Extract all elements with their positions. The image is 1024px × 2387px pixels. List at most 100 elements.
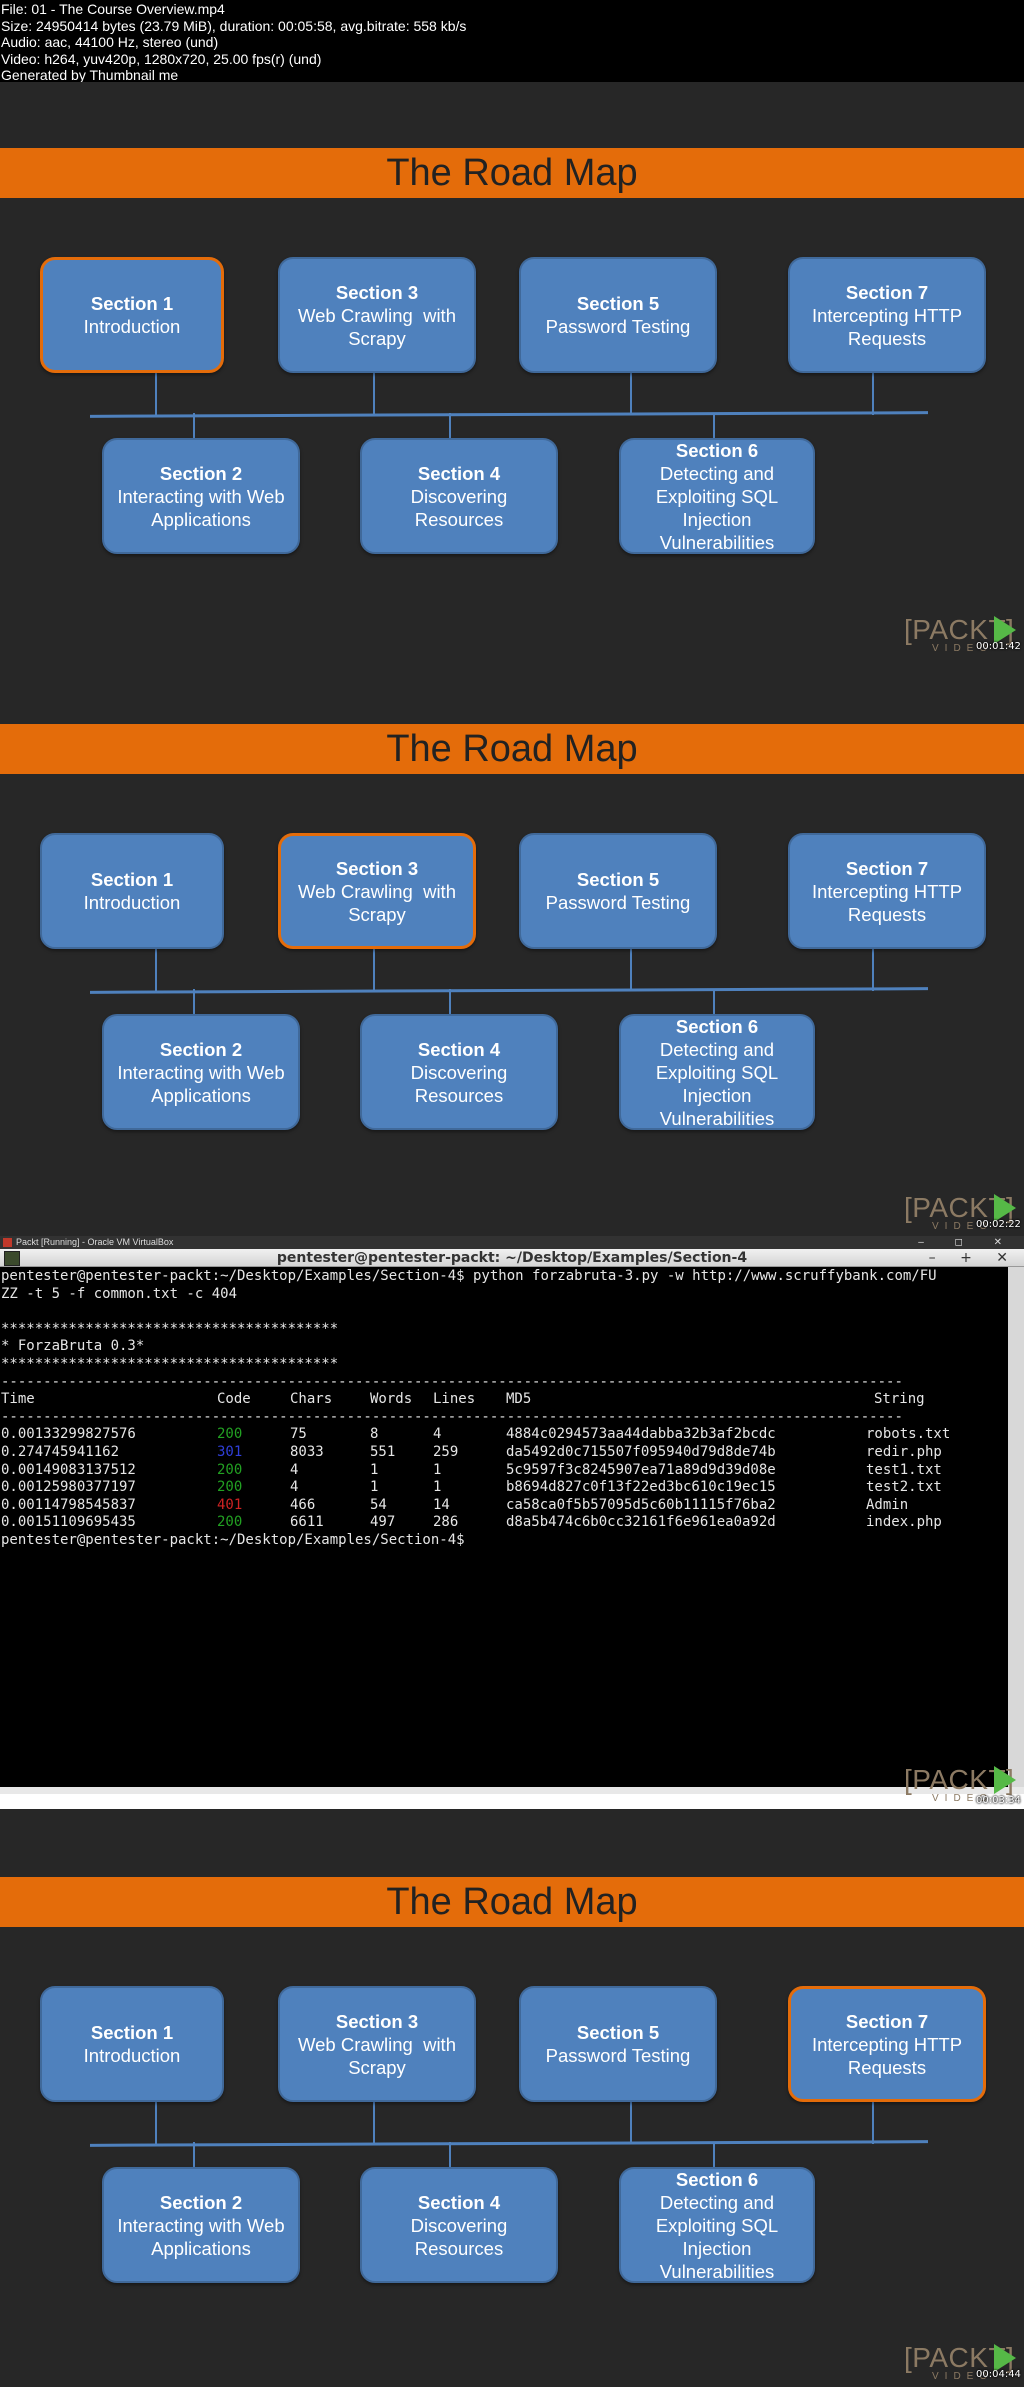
connector-tick [630,373,632,415]
connector-tick [155,949,157,991]
result-cell: 0.00151109695435 [1,1514,136,1531]
section-title-line: Web Crawling with [298,880,456,902]
connector-tick [449,989,451,1015]
terminal-window-controls[interactable]: – + ✕ [929,1249,1018,1267]
section-title-line: Interacting with Web [117,485,285,507]
section-title-line: Introduction [83,2045,181,2066]
section-number: Section 3 [335,281,419,303]
result-cell: 0.00125980377197 [1,1479,136,1496]
section-number: Section 1 [90,2022,174,2043]
section-title-line: Password Testing [545,892,691,913]
section-box-4: Section 4 Discovering Resources [360,1014,558,1130]
section-box-1: Section 1 Introduction [40,833,224,949]
section-number: Section 3 [335,857,419,879]
frame-timestamp: 00:03:34 [976,1795,1021,1806]
section-number: Section 7 [845,281,929,303]
section-number: Section 3 [335,2010,419,2032]
section-box-6: Section 6 Detecting and Exploiting SQL Inje… [619,438,815,554]
virtualbox-window-controls[interactable]: – ◻ ✕ [918,1236,1016,1249]
result-cell: 8033 [290,1443,324,1460]
section-box-2: Section 2 Interacting with Web Application… [102,2167,300,2283]
section-box-5: Section 5 Password Testing [519,1986,717,2102]
section-title-line: Injection [682,2237,752,2259]
section-title-line: Interacting with Web [117,1061,285,1083]
result-cell: 551 [370,1443,396,1460]
connector-tick [193,2142,195,2168]
section-box-6: Section 6 Detecting and Exploiting SQL Inje… [619,1014,815,1130]
section-number: Section 6 [675,439,759,461]
result-cell: 4 [290,1461,299,1478]
result-cell: 1 [370,1461,379,1478]
result-cell: 200 [217,1461,243,1478]
section-number: Section 4 [417,462,501,484]
section-number: Section 5 [576,869,660,890]
result-cell: 0.274745941162 [1,1443,120,1460]
section-box-4: Section 4 Discovering Resources [360,2167,558,2283]
section-title-line: Applications [151,1084,251,1106]
connector-tick [872,2102,874,2144]
result-row: 0.274745941162 301 8033 551 259 da5492d0c7155… [1,1444,1008,1462]
result-cell: test1.txt [866,1461,942,1478]
result-cell: 200 [217,1426,243,1443]
section-title-line: Vulnerabilities [659,2260,775,2282]
result-cell: b8694d827c0f13f22ed3bc610c19ec15 [506,1479,776,1496]
section-number: Section 4 [417,1038,501,1060]
slide-title-banner: The Road Map [0,1877,1024,1927]
result-cell: 301 [217,1443,243,1460]
section-title-line: Scrapy [348,903,406,925]
section-box-6: Section 6 Detecting and Exploiting SQL Inje… [619,2167,815,2283]
section-title-line: Intercepting HTTP [811,2033,963,2055]
section-title-line: Detecting and [659,462,775,484]
column-header: Code [217,1391,251,1408]
section-title-line: Resources [414,2237,504,2259]
play-icon [994,1194,1016,1222]
connector-tick [630,949,632,991]
play-icon [994,616,1016,644]
connector-tick [713,413,715,439]
terminal-scrollbar[interactable] [1008,1267,1024,1787]
section-box-3: Section 3 Web Crawling with Scrapy [278,257,476,373]
column-header: Words [370,1391,413,1408]
result-row: 0.00114798545837 401 466 54 14 ca58ca0f5b5709… [1,1497,1008,1515]
section-number: Section 2 [159,1038,243,1060]
section-number: Section 1 [90,869,174,890]
section-box-3: Section 3 Web Crawling with Scrapy [278,1986,476,2102]
connector-tick [449,2142,451,2168]
section-title-line: Injection [682,1084,752,1106]
section-title-line: Exploiting SQL [655,2214,779,2236]
info-line-file: File: 01 - The Course Overview.mp4 [1,1,225,17]
result-cell: 466 [290,1496,316,1513]
terminal-output[interactable]: pentester@pentester-packt:~/Desktop/Exam… [0,1267,1008,1787]
result-cell: 5c9597f3c8245907ea71a89d9d39d08e [506,1461,776,1478]
section-title-line: Detecting and [659,2191,775,2213]
slide-title-banner: The Road Map [0,724,1024,774]
result-row: 0.00125980377197 200 4 1 1 b8694d827c0f13f22e… [1,1479,1008,1497]
dashes-line: ----------------------------------------… [1,1373,903,1390]
info-line-audio: Audio: aac, 44100 Hz, stereo (und) [1,34,219,51]
column-header: MD5 [506,1391,532,1408]
connector-tick [193,413,195,439]
section-number: Section 2 [159,462,243,484]
result-cell: 0.00133299827576 [1,1426,136,1443]
section-title-line: Discovering [410,1061,508,1083]
section-number: Section 4 [417,2191,501,2213]
section-title-line: Requests [847,327,927,349]
result-cell: 8 [370,1426,379,1443]
section-box-5: Section 5 Password Testing [519,257,717,373]
section-title-line: Resources [414,508,504,530]
section-box-4: Section 4 Discovering Resources [360,438,558,554]
connector-tick [713,989,715,1015]
column-header: Chars [290,1391,333,1408]
slide-frame: The Road Map Section 1 Introduction Section… [0,661,1024,1236]
stars-line: **************************************** [1,1355,339,1372]
connector-tick [155,2102,157,2144]
section-title-line: Discovering [410,485,508,507]
result-cell: 1 [433,1461,442,1478]
timeline-connector [89,2140,929,2147]
virtualbox-icon [3,1238,12,1247]
section-box-7: Section 7 Intercepting HTTP Requests [788,1986,986,2102]
section-title-line: Introduction [83,892,181,913]
section-number: Section 6 [675,1015,759,1037]
result-cell: 1 [370,1479,379,1496]
section-number: Section 5 [576,2022,660,2043]
